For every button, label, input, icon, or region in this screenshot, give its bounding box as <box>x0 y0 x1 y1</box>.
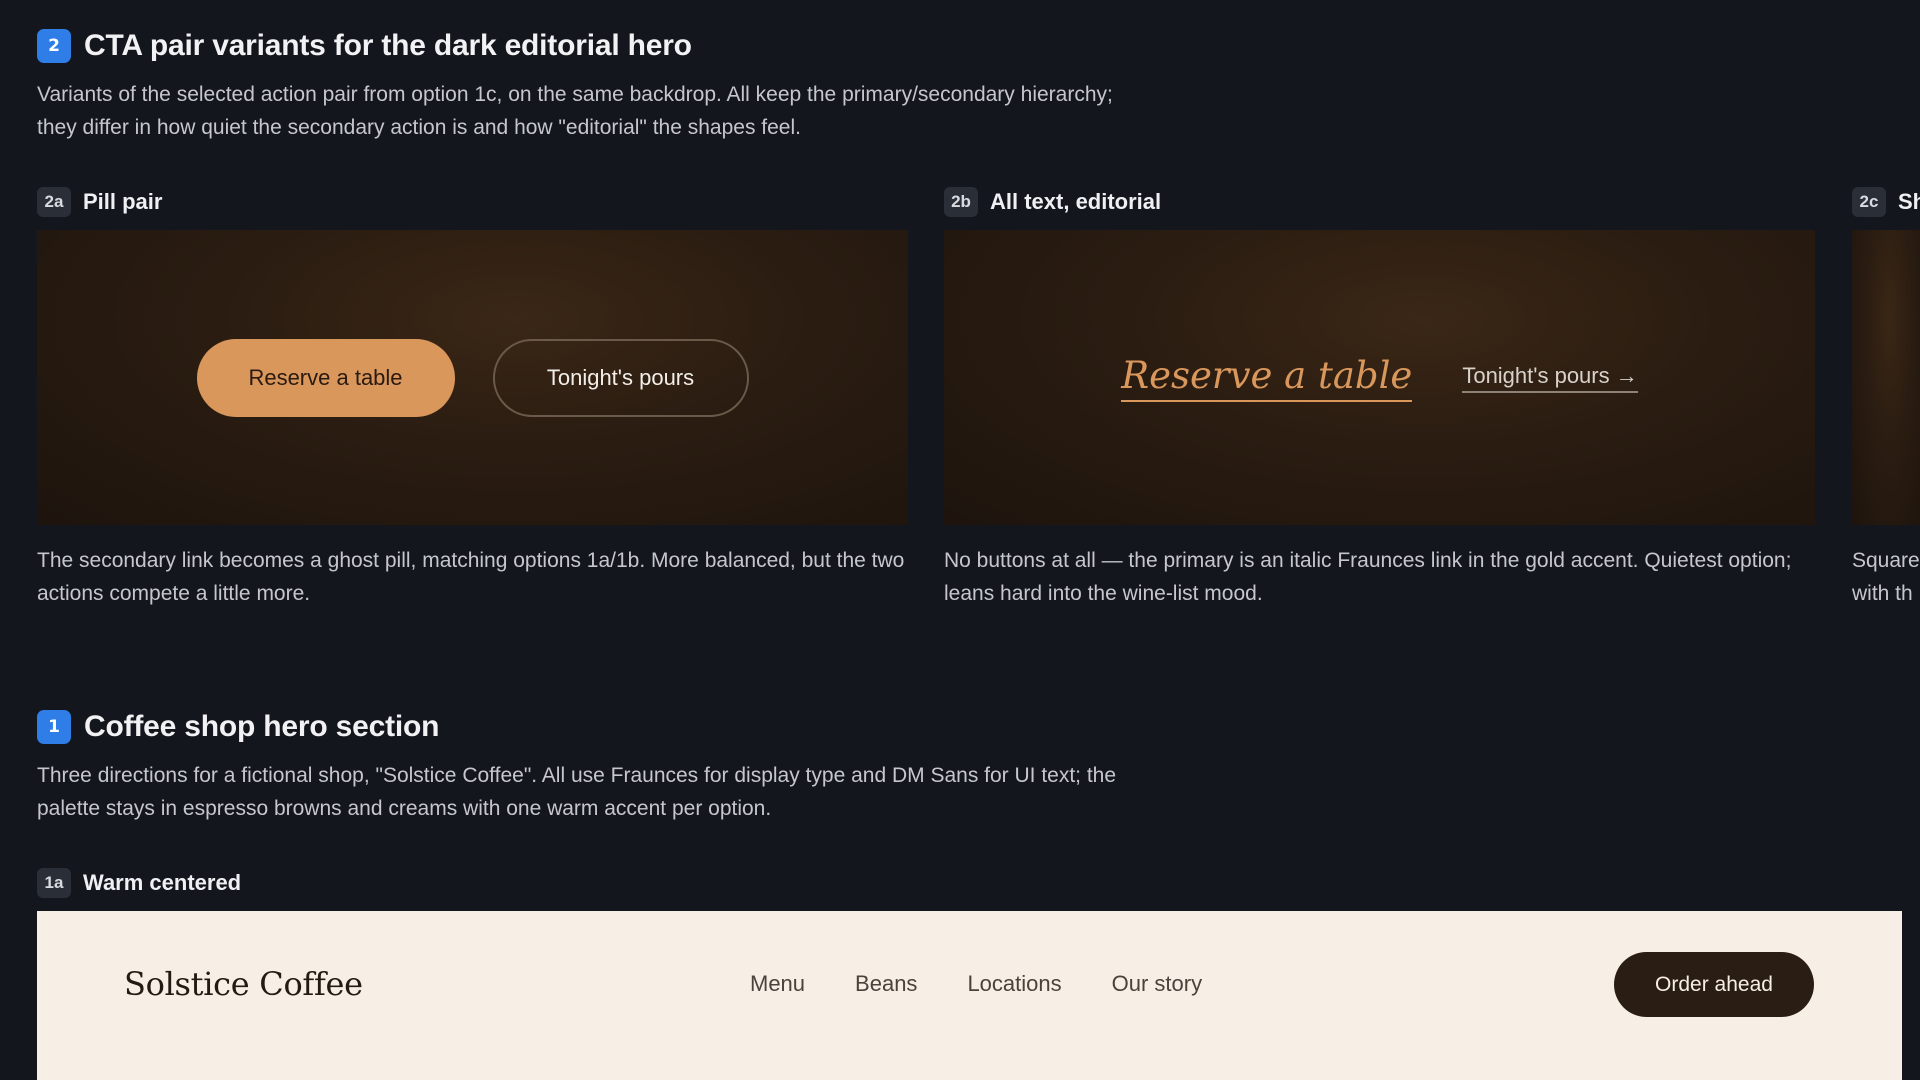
section-title: Coffee shop hero section <box>84 710 440 743</box>
variant-note-2c: Square with th <box>1852 549 1920 605</box>
section-header: 2 CTA pair variants for the dark editori… <box>37 28 1147 64</box>
hero-nav: Menu Beans Locations Our story <box>750 971 1252 997</box>
section-number-badge: 2 <box>37 29 71 63</box>
variant-header-2b: 2b All text, editorial <box>944 186 1161 218</box>
reserve-table-button[interactable]: Reserve a table <box>196 338 455 417</box>
tonights-pours-link[interactable]: Tonight's pours → <box>1462 363 1638 393</box>
section-cta-variants: 2 CTA pair variants for the dark editori… <box>37 28 1147 144</box>
variant-title: Pill pair <box>83 189 163 214</box>
section-coffee-hero: 1 Coffee shop hero section Three directi… <box>37 709 1167 825</box>
variant-badge: 1a <box>37 868 71 898</box>
canvas-page: 2 CTA pair variants for the dark editori… <box>0 0 1920 1080</box>
variant-badge: 2b <box>944 187 978 217</box>
section-number-badge: 1 <box>37 710 71 744</box>
variant-badge: 2a <box>37 187 71 217</box>
order-ahead-button[interactable]: Order ahead <box>1614 952 1814 1017</box>
variant-header-1a: 1a Warm centered <box>37 867 241 899</box>
section-title: CTA pair variants for the dark editorial… <box>84 29 692 62</box>
variant-note-2b: No buttons at all — the primary is an it… <box>944 549 1792 605</box>
preview-card-2c <box>1852 230 1920 525</box>
preview-card-editorial: Reserve a table Tonight's pours → <box>944 230 1815 525</box>
variant-title: Sh <box>1898 189 1920 214</box>
nav-item-locations[interactable]: Locations <box>967 971 1061 997</box>
reserve-table-link[interactable]: Reserve a table <box>1121 354 1413 402</box>
brand-logo[interactable]: Solstice Coffee <box>124 965 363 1003</box>
variant-badge: 2c <box>1852 187 1886 217</box>
section-header: 1 Coffee shop hero section <box>37 709 1167 745</box>
hero-preview-warm-centered: Solstice Coffee Menu Beans Locations Our… <box>37 911 1902 1080</box>
variant-title: Warm centered <box>83 870 242 895</box>
nav-item-beans[interactable]: Beans <box>855 971 917 997</box>
variant-header-2c: 2c Sh <box>1852 186 1920 218</box>
variant-title: All text, editorial <box>990 189 1162 214</box>
nav-item-our-story[interactable]: Our story <box>1112 971 1202 997</box>
variant-header-2a: 2a Pill pair <box>37 186 162 218</box>
tonights-pours-button[interactable]: Tonight's pours <box>492 338 749 417</box>
nav-item-menu[interactable]: Menu <box>750 971 805 997</box>
variant-note-2a: The secondary link becomes a ghost pill,… <box>37 549 905 605</box>
section-description: Variants of the selected action pair fro… <box>37 83 1113 139</box>
preview-card-pill-pair: Reserve a table Tonight's pours <box>37 230 908 525</box>
section-description: Three directions for a fictional shop, "… <box>37 764 1117 820</box>
